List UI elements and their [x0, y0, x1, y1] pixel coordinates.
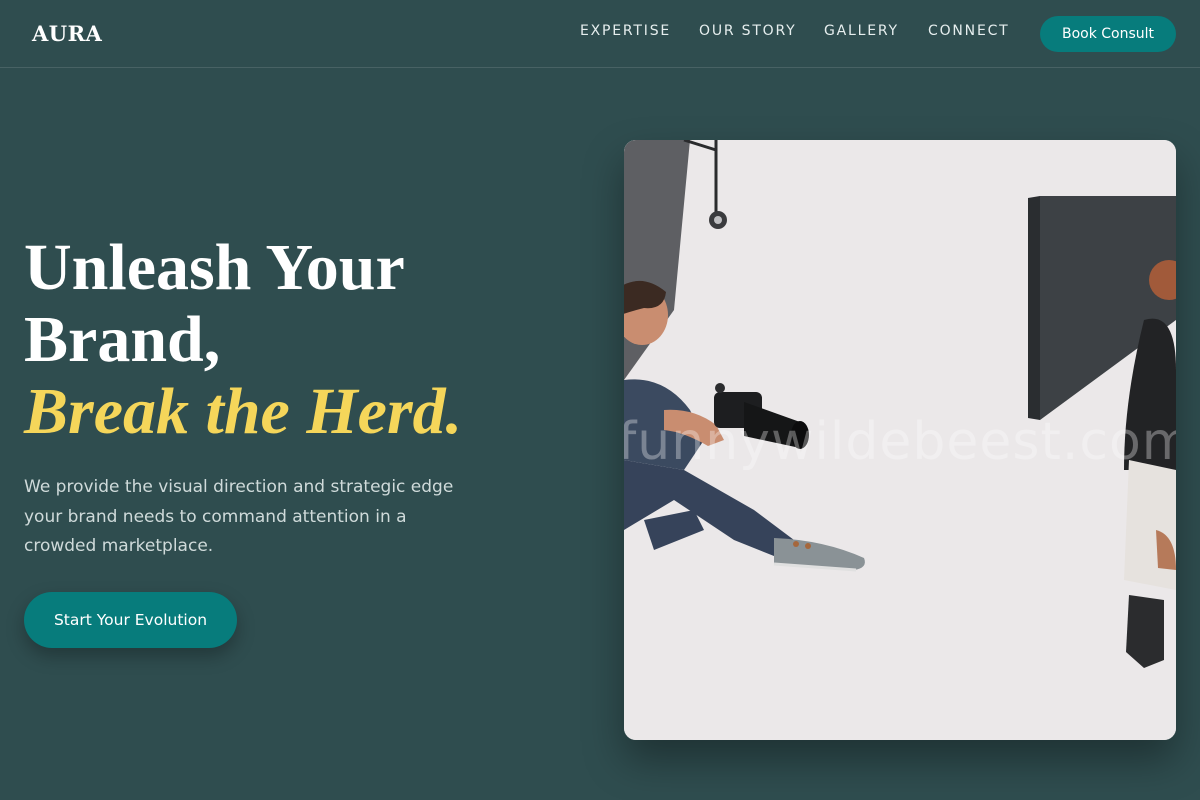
- headline-line-1: Unleash Your: [24, 231, 405, 304]
- nav-link-our-story[interactable]: OUR STORY: [699, 23, 797, 39]
- headline-accent: Break the Herd.: [24, 375, 463, 448]
- site-header: AURA EXPERTISE OUR STORY GALLERY CONNECT…: [0, 0, 1200, 68]
- hero-intro: We provide the visual direction and stra…: [24, 477, 454, 556]
- book-consult-button[interactable]: Book Consult: [1040, 16, 1176, 52]
- image-watermark: funnywildebeest.com: [624, 412, 1176, 472]
- hero-photo: funnywildebeest.com: [624, 140, 1176, 740]
- brand-logo[interactable]: AURA: [32, 21, 102, 46]
- nav-link-expertise[interactable]: EXPERTISE: [580, 23, 671, 39]
- nav-link-gallery[interactable]: GALLERY: [824, 23, 899, 39]
- start-evolution-button[interactable]: Start Your Evolution: [24, 592, 237, 648]
- headline-line-2: Brand,: [24, 303, 221, 376]
- hero-headline: Unleash Your Brand, Break the Herd.: [24, 232, 584, 448]
- nav-link-connect[interactable]: CONNECT: [928, 23, 1010, 39]
